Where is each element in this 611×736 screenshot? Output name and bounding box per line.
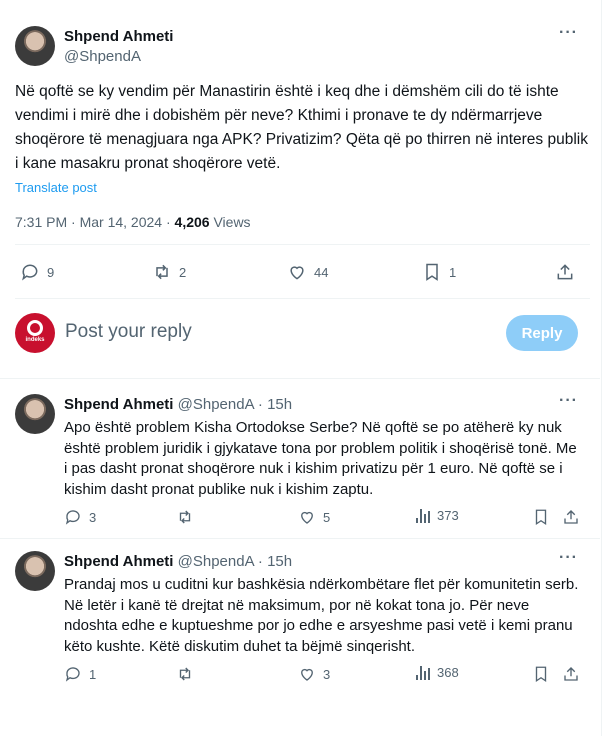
like-count: 44: [314, 264, 329, 280]
views-count: 373: [437, 508, 459, 523]
bookmark-icon: [535, 509, 547, 526]
repost-icon: [179, 667, 191, 681]
like-action[interactable]: 5: [298, 508, 330, 526]
author-handle[interactable]: @ShpendA · 15h: [178, 396, 292, 413]
more-options-icon[interactable]: ···: [559, 549, 578, 567]
heart-icon: [301, 511, 313, 524]
share-icon: [564, 510, 578, 524]
bookmark-icon: [426, 263, 438, 281]
bookmark-count: 1: [449, 264, 457, 280]
reply-header: Shpend Ahmeti @ShpendA · 15h: [64, 396, 292, 413]
reply-text: Prandaj mos u cuditni kur bashkësia ndër…: [64, 576, 579, 655]
repost-action[interactable]: [176, 665, 194, 683]
author-avatar[interactable]: [15, 551, 55, 591]
reply-icon: [65, 510, 80, 525]
divider: [0, 378, 600, 379]
reply-action[interactable]: 3: [64, 508, 96, 526]
more-options-icon[interactable]: ···: [559, 392, 578, 410]
repost-icon: [156, 264, 168, 280]
reply-count: 3: [89, 509, 97, 525]
tweet-timestamp[interactable]: 7:31 PM · Mar 14, 2024 ·: [15, 214, 175, 230]
heart-icon: [301, 668, 313, 681]
repost-action[interactable]: [176, 508, 194, 526]
reply-action[interactable]: 1: [64, 665, 96, 683]
author-handle[interactable]: @ShpendA: [64, 48, 141, 65]
views-action[interactable]: 373: [416, 508, 459, 523]
bookmark-icon: [535, 666, 547, 683]
bookmark-action[interactable]: 1: [422, 262, 456, 282]
author-name[interactable]: Shpend Ahmeti: [64, 28, 173, 45]
author-avatar[interactable]: [15, 26, 55, 66]
divider: [15, 298, 590, 299]
like-action[interactable]: 44: [287, 262, 328, 282]
heart-icon: [290, 266, 304, 280]
share-icon: [564, 667, 578, 681]
translate-post-link[interactable]: Translate post: [15, 180, 97, 195]
tweet-meta: 7:31 PM · Mar 14, 2024 · 4,206 Views: [15, 214, 251, 230]
current-user-avatar[interactable]: indeks: [15, 313, 55, 353]
indeks-logo-icon: [27, 319, 43, 336]
reply-header: Shpend Ahmeti @ShpendA · 15h: [64, 553, 292, 570]
views-icon: [416, 508, 430, 523]
reply-action[interactable]: 9: [20, 262, 54, 282]
share-icon: [557, 264, 573, 280]
author-handle[interactable]: @ShpendA · 15h: [178, 553, 292, 570]
column-border: [601, 0, 602, 736]
repost-icon: [179, 510, 191, 524]
reply-icon: [22, 264, 38, 281]
avatar-logo-text: indeks: [25, 336, 45, 343]
tweet-actions: 9 2 44 1: [0, 258, 600, 286]
reply-actions: 3 5 373: [64, 508, 584, 530]
like-count: 5: [323, 509, 331, 525]
views-label: Views: [209, 214, 251, 230]
views-icon: [416, 665, 430, 680]
share-action[interactable]: [562, 665, 580, 683]
views-count: 368: [437, 665, 459, 680]
share-action[interactable]: [555, 262, 575, 282]
like-count: 3: [323, 666, 331, 682]
bookmark-action[interactable]: [532, 508, 550, 526]
reply-icon: [65, 667, 80, 682]
repost-count: 2: [179, 264, 187, 280]
divider: [0, 538, 600, 539]
tweet-text: Në qoftë se ky vendim për Manastirin ësh…: [15, 83, 588, 172]
reply-actions: 1 3 368: [64, 665, 584, 687]
reply-input[interactable]: Post your reply: [65, 321, 192, 343]
repost-action[interactable]: 2: [152, 262, 186, 282]
share-action[interactable]: [562, 508, 580, 526]
views-action[interactable]: 368: [416, 665, 459, 680]
reply-text: Apo është problem Kisha Ortodokse Serbe?…: [64, 419, 577, 498]
views-count: 4,206: [174, 214, 210, 230]
divider: [15, 244, 590, 245]
tweet-thread-page: Shpend Ahmeti @ShpendA ··· Në qoftë se k…: [0, 0, 611, 736]
reply-count: 9: [47, 264, 55, 280]
reply-count: 1: [89, 666, 97, 682]
author-name[interactable]: Shpend Ahmeti: [64, 396, 173, 413]
more-options-icon[interactable]: ···: [559, 24, 578, 42]
like-action[interactable]: 3: [298, 665, 330, 683]
author-name[interactable]: Shpend Ahmeti: [64, 553, 173, 570]
bookmark-action[interactable]: [532, 665, 550, 683]
reply-button[interactable]: Reply: [506, 315, 578, 351]
author-avatar[interactable]: [15, 394, 55, 434]
